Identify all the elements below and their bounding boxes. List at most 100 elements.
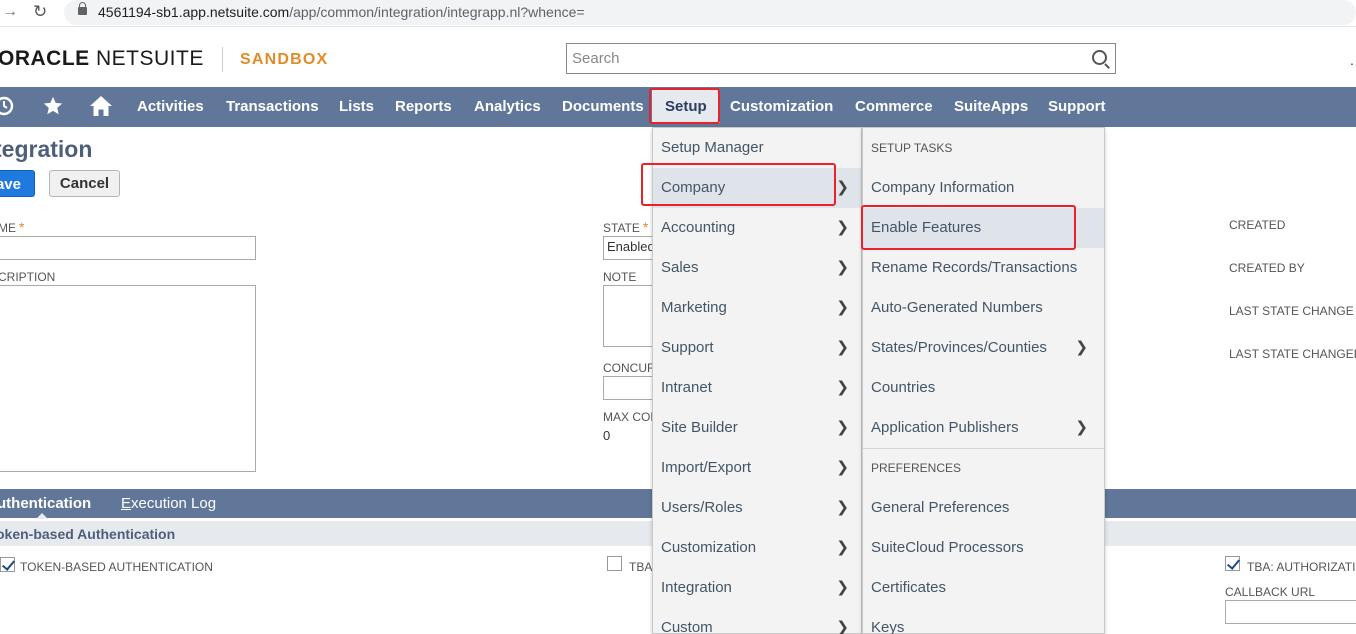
description-label: CRIPTION xyxy=(0,270,56,284)
company-submenu: SETUP TASKS Company Information Enable F… xyxy=(862,127,1105,634)
search-input[interactable] xyxy=(567,44,1067,73)
menu-item-support[interactable]: Support ❯ xyxy=(653,328,861,368)
name-label: ME * xyxy=(0,219,25,235)
tba-checkbox[interactable] xyxy=(0,557,15,572)
required-asterisk: * xyxy=(642,219,649,235)
note-label: NOTE xyxy=(603,270,637,284)
submenu-general-preferences[interactable]: General Preferences xyxy=(863,488,1104,528)
nav-commerce[interactable]: Commerce xyxy=(855,87,933,127)
chevron-right-icon: ❯ xyxy=(1075,419,1088,436)
nav-reports[interactable]: Reports xyxy=(395,87,452,127)
submenu-rename-records[interactable]: Rename Records/Transactions xyxy=(863,248,1104,288)
section-title: oken-based Authentication xyxy=(0,526,176,542)
chevron-right-icon: ❯ xyxy=(836,499,849,516)
more-menu[interactable]: . xyxy=(1350,52,1354,68)
menu-item-users-roles[interactable]: Users/Roles ❯ xyxy=(653,488,861,528)
lock-icon[interactable] xyxy=(78,2,87,15)
logo-divider xyxy=(222,47,223,72)
active-tab-indicator xyxy=(36,513,48,519)
menu-item-custom[interactable]: Custom ❯ xyxy=(653,608,861,634)
nav-support[interactable]: Support xyxy=(1048,87,1106,127)
menu-item-integration[interactable]: Integration ❯ xyxy=(653,568,861,608)
chevron-right-icon: ❯ xyxy=(1075,339,1088,356)
menu-item-site-builder[interactable]: Site Builder ❯ xyxy=(653,408,861,448)
chevron-right-icon: ❯ xyxy=(836,379,849,396)
submenu-auto-generated-numbers[interactable]: Auto-Generated Numbers xyxy=(863,288,1104,328)
menu-item-setup-manager[interactable]: Setup Manager xyxy=(653,128,861,168)
tab-execution-log[interactable]: Execution Log xyxy=(121,495,216,512)
nav-analytics[interactable]: Analytics xyxy=(474,87,541,127)
main-navigation: Activities Transactions Lists Reports An… xyxy=(0,87,1356,127)
submenu-enable-features[interactable]: Enable Features xyxy=(863,208,1104,248)
submenu-countries[interactable]: Countries xyxy=(863,368,1104,408)
state-label: STATE * xyxy=(603,219,649,235)
created-label: CREATED xyxy=(1229,218,1286,232)
chevron-right-icon: ❯ xyxy=(836,179,849,196)
submenu-states-provinces-counties[interactable]: States/Provinces/Counties ❯ xyxy=(863,328,1104,368)
nav-transactions[interactable]: Transactions xyxy=(226,87,319,127)
search-icon[interactable] xyxy=(1092,50,1107,65)
global-search[interactable] xyxy=(566,43,1116,74)
menu-item-import-export[interactable]: Import/Export ❯ xyxy=(653,448,861,488)
nav-customization[interactable]: Customization xyxy=(730,87,833,127)
nav-documents[interactable]: Documents xyxy=(562,87,644,127)
submenu-divider xyxy=(863,448,1104,449)
chevron-right-icon: ❯ xyxy=(836,459,849,476)
created-by-label: CREATED BY xyxy=(1229,261,1305,275)
menu-item-sales[interactable]: Sales ❯ xyxy=(653,248,861,288)
nav-suiteapps[interactable]: SuiteApps xyxy=(954,87,1028,127)
chevron-right-icon: ❯ xyxy=(836,419,849,436)
nav-setup[interactable]: Setup xyxy=(652,90,720,123)
recent-records-icon[interactable] xyxy=(0,95,16,121)
menu-item-marketing[interactable]: Marketing ❯ xyxy=(653,288,861,328)
logo-oracle: ORACLE xyxy=(0,47,90,70)
favorites-star-icon[interactable] xyxy=(42,95,64,121)
chevron-right-icon: ❯ xyxy=(836,579,849,596)
menu-item-customization[interactable]: Customization ❯ xyxy=(653,528,861,568)
last-state-changed-label: LAST STATE CHANGED xyxy=(1229,347,1356,361)
tba-authorization-checkbox[interactable] xyxy=(1225,556,1240,571)
tab-execution-log-rest: xecution Log xyxy=(131,495,217,512)
environment-label: SANDBOX xyxy=(240,51,329,68)
max-concurrency-label: MAX CON xyxy=(603,410,660,424)
tbas-label: TBA xyxy=(629,560,653,574)
description-field[interactable] xyxy=(0,285,256,472)
setup-tasks-header: SETUP TASKS xyxy=(871,141,953,155)
chevron-right-icon: ❯ xyxy=(836,299,849,316)
menu-item-company[interactable]: Company ❯ xyxy=(653,168,861,208)
chevron-right-icon: ❯ xyxy=(836,339,849,356)
save-button[interactable]: ave xyxy=(0,170,35,197)
setup-menu: Setup Manager Company ❯ Accounting ❯ Sales… xyxy=(652,127,862,634)
menu-item-intranet[interactable]: Intranet ❯ xyxy=(653,368,861,408)
tbas-checkbox[interactable] xyxy=(607,556,622,571)
url-text[interactable]: 4561194-sb1.app.netsuite.com/app/common/… xyxy=(98,4,585,20)
chevron-right-icon: ❯ xyxy=(836,259,849,276)
submenu-application-publishers[interactable]: Application Publishers ❯ xyxy=(863,408,1104,448)
tba-label: TOKEN-BASED AUTHENTICATION xyxy=(20,560,213,574)
menu-item-accounting[interactable]: Accounting ❯ xyxy=(653,208,861,248)
cancel-button[interactable]: Cancel xyxy=(49,170,120,197)
chevron-right-icon: ❯ xyxy=(836,219,849,236)
max-concurrency-value: 0 xyxy=(603,428,611,443)
forward-arrow-icon[interactable]: → xyxy=(2,3,18,21)
logo-netsuite: NETSUITE xyxy=(89,47,204,70)
submenu-suitecloud-processors[interactable]: SuiteCloud Processors xyxy=(863,528,1104,568)
concurrency-label: CONCUR xyxy=(603,361,656,375)
callback-url-field[interactable] xyxy=(1225,600,1356,624)
home-icon[interactable] xyxy=(89,95,113,121)
netsuite-logo[interactable]: ORACLE NETSUITE xyxy=(0,47,204,71)
browser-url-bar: → ↻ 4561194-sb1.app.netsuite.com/app/com… xyxy=(0,0,1356,27)
name-field[interactable] xyxy=(0,236,256,260)
callback-url-label: CALLBACK URL xyxy=(1225,585,1316,599)
submenu-keys[interactable]: Keys xyxy=(863,608,1104,634)
chevron-right-icon: ❯ xyxy=(836,539,849,556)
page-title: tegration xyxy=(0,136,93,162)
reload-icon[interactable]: ↻ xyxy=(33,2,47,22)
nav-activities[interactable]: Activities xyxy=(137,87,204,127)
submenu-certificates[interactable]: Certificates xyxy=(863,568,1104,608)
tab-authentication[interactable]: uthentication xyxy=(0,495,91,512)
tba-authorization-label: TBA: AUTHORIZATIO xyxy=(1247,560,1356,574)
last-state-change-label: LAST STATE CHANGE xyxy=(1229,304,1354,318)
submenu-company-information[interactable]: Company Information xyxy=(863,168,1104,208)
nav-lists[interactable]: Lists xyxy=(339,87,374,127)
